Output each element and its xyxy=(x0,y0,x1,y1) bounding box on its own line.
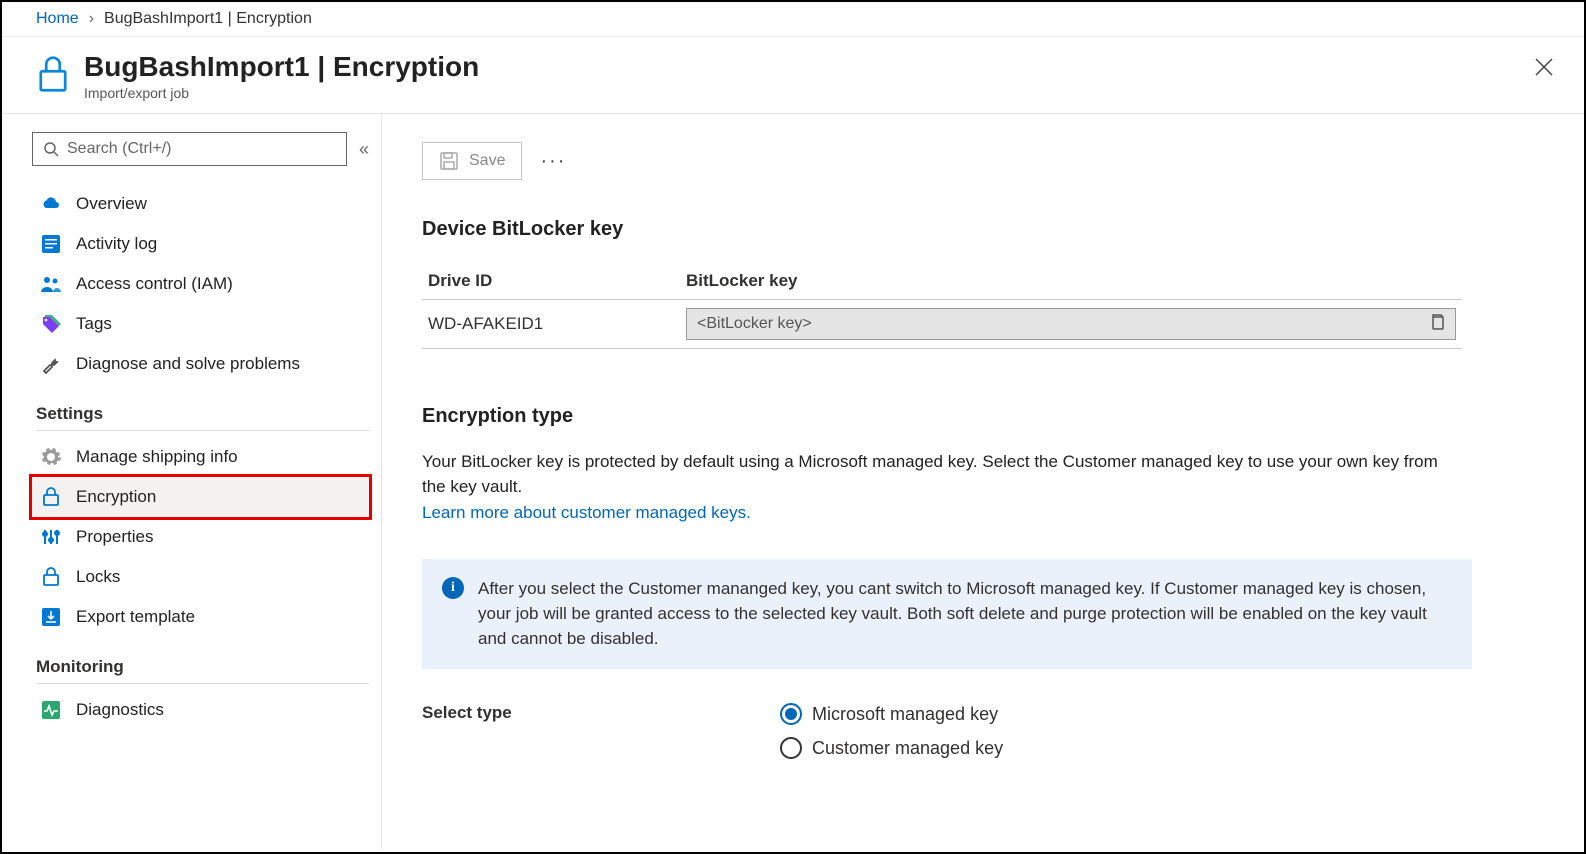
select-type-label: Select type xyxy=(422,703,780,723)
lock-icon xyxy=(40,487,62,507)
sidebar-item-activity-log[interactable]: Activity log xyxy=(32,224,369,264)
sidebar-section-settings: Settings xyxy=(36,404,369,431)
gear-icon xyxy=(40,447,62,467)
save-label: Save xyxy=(469,152,505,170)
wrench-icon xyxy=(40,354,62,374)
lock-icon xyxy=(40,567,62,587)
sidebar-section-monitoring: Monitoring xyxy=(36,657,369,684)
sidebar-item-tags[interactable]: Tags xyxy=(32,304,369,344)
bitlocker-table: Drive ID BitLocker key WD-AFAKEID1 <BitL… xyxy=(422,263,1462,349)
encryption-desc: Your BitLocker key is protected by defau… xyxy=(422,450,1452,499)
toolbar: Save ··· xyxy=(422,142,1544,180)
sidebar-item-label: Activity log xyxy=(76,234,157,254)
col-bitlocker-key: BitLocker key xyxy=(680,263,1462,300)
table-row: WD-AFAKEID1 <BitLocker key> xyxy=(422,300,1462,349)
main-content: Save ··· Device BitLocker key Drive ID B… xyxy=(382,114,1584,849)
search-placeholder: Search (Ctrl+/) xyxy=(67,140,171,158)
radio-microsoft-managed[interactable]: Microsoft managed key xyxy=(780,703,1003,725)
more-button[interactable]: ··· xyxy=(536,150,570,173)
breadcrumb-home[interactable]: Home xyxy=(36,10,79,28)
radio-icon xyxy=(780,737,802,759)
sidebar-item-diagnose[interactable]: Diagnose and solve problems xyxy=(32,344,369,384)
lock-icon xyxy=(36,55,70,96)
sidebar-item-label: Tags xyxy=(76,314,112,334)
sidebar-item-label: Encryption xyxy=(76,487,156,507)
radio-label: Customer managed key xyxy=(812,738,1003,759)
radio-icon xyxy=(780,703,802,725)
breadcrumb: Home › BugBashImport1 | Encryption xyxy=(2,2,1584,37)
sidebar-item-label: Export template xyxy=(76,607,195,627)
search-icon xyxy=(43,141,59,157)
cell-drive-id: WD-AFAKEID1 xyxy=(422,300,680,349)
sidebar-item-properties[interactable]: Properties xyxy=(32,517,369,557)
save-icon xyxy=(439,151,459,171)
page-header: BugBashImport1 | Encryption Import/expor… xyxy=(2,37,1584,114)
chevron-right-icon: › xyxy=(89,10,94,28)
sidebar-item-label: Access control (IAM) xyxy=(76,274,233,294)
info-icon: i xyxy=(442,577,464,599)
col-drive-id: Drive ID xyxy=(422,263,680,300)
info-box: i After you select the Customer mananged… xyxy=(422,559,1472,669)
bitlocker-key-value: <BitLocker key> xyxy=(697,315,812,333)
breadcrumb-current: BugBashImport1 | Encryption xyxy=(104,10,312,28)
encryption-section-title: Encryption type xyxy=(422,405,1544,428)
save-button[interactable]: Save xyxy=(422,142,522,180)
sidebar-item-label: Overview xyxy=(76,194,147,214)
page-title: BugBashImport1 | Encryption xyxy=(84,51,479,83)
tag-icon xyxy=(40,315,62,333)
sidebar-item-label: Diagnose and solve problems xyxy=(76,354,300,374)
sidebar-item-manage-shipping[interactable]: Manage shipping info xyxy=(32,437,369,477)
sidebar-item-label: Manage shipping info xyxy=(76,447,238,467)
sidebar-item-label: Locks xyxy=(76,567,120,587)
sidebar-item-export-template[interactable]: Export template xyxy=(32,597,369,637)
info-text: After you select the Customer mananged k… xyxy=(478,577,1452,651)
radio-customer-managed[interactable]: Customer managed key xyxy=(780,737,1003,759)
sidebar: Search (Ctrl+/) « Overview Activity log … xyxy=(2,114,382,849)
sidebar-item-encryption[interactable]: Encryption xyxy=(32,477,369,517)
collapse-sidebar-icon[interactable]: « xyxy=(359,139,369,160)
sidebar-item-diagnostics[interactable]: Diagnostics xyxy=(32,690,369,730)
log-icon xyxy=(40,235,62,253)
pulse-icon xyxy=(40,701,62,719)
learn-more-link[interactable]: Learn more about customer managed keys. xyxy=(422,503,751,522)
download-icon xyxy=(40,608,62,626)
bitlocker-section-title: Device BitLocker key xyxy=(422,218,1544,241)
radio-label: Microsoft managed key xyxy=(812,704,998,725)
radio-group: Microsoft managed key Customer managed k… xyxy=(780,703,1003,759)
cell-bitlocker-key: <BitLocker key> xyxy=(680,300,1462,349)
cloud-icon xyxy=(40,196,62,212)
page-subtitle: Import/export job xyxy=(84,85,479,101)
close-icon[interactable] xyxy=(1534,57,1554,83)
copy-icon[interactable] xyxy=(1429,313,1445,336)
sidebar-item-label: Diagnostics xyxy=(76,700,164,720)
people-icon xyxy=(40,275,62,293)
search-input[interactable]: Search (Ctrl+/) xyxy=(32,132,347,166)
select-type-row: Select type Microsoft managed key Custom… xyxy=(422,703,1544,759)
sidebar-item-access-control[interactable]: Access control (IAM) xyxy=(32,264,369,304)
bitlocker-key-input[interactable]: <BitLocker key> xyxy=(686,308,1456,340)
sidebar-item-locks[interactable]: Locks xyxy=(32,557,369,597)
sidebar-item-label: Properties xyxy=(76,527,153,547)
sidebar-item-overview[interactable]: Overview xyxy=(32,184,369,224)
sliders-icon xyxy=(40,528,62,546)
